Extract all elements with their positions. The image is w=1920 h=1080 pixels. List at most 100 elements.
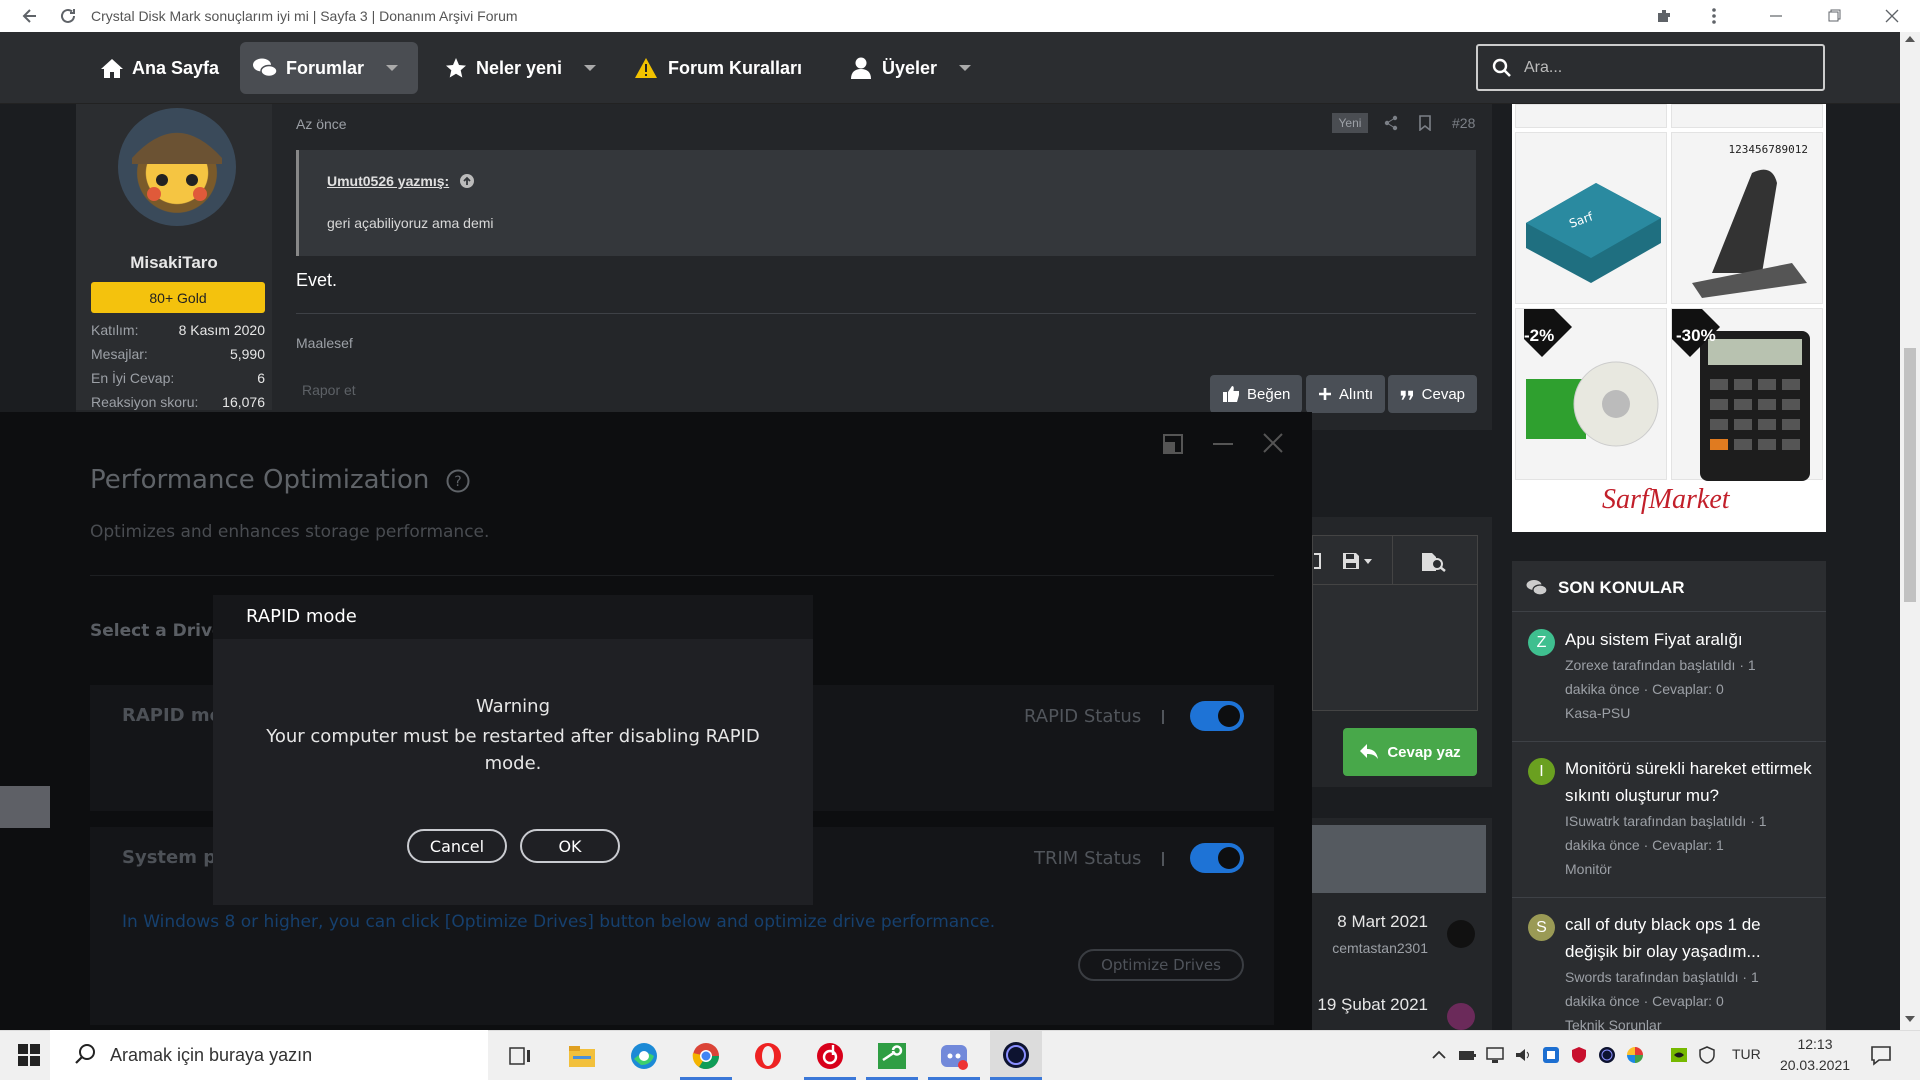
clock-date[interactable]: 20.03.2021 [1770, 1057, 1860, 1073]
post-username[interactable]: MisakiTaro [76, 253, 272, 273]
minimize-icon[interactable] [1766, 6, 1786, 26]
search-icon [74, 1043, 96, 1065]
magician-app-icon[interactable] [990, 1030, 1042, 1080]
quote-author[interactable]: Umut0526 yazmış: [327, 173, 449, 189]
close-icon[interactable] [1263, 433, 1283, 453]
chevron-down-icon[interactable] [584, 65, 597, 71]
quote-header[interactable]: Umut0526 yazmış: [327, 173, 475, 189]
taskbar-search-input[interactable]: Aramak için buraya yazın [50, 1030, 488, 1080]
avatar[interactable] [1447, 920, 1475, 948]
task-view-icon[interactable] [504, 1040, 536, 1072]
notifications-icon[interactable] [1870, 1044, 1892, 1066]
thread-date: 19 Şubat 2021 [1317, 995, 1428, 1014]
ad-product-tile[interactable]: Sarf [1515, 132, 1667, 304]
windows-start-icon[interactable] [18, 1044, 40, 1066]
thumbs-up-icon [1223, 386, 1239, 402]
scroll-down-arrow-icon[interactable] [1905, 1016, 1915, 1022]
thread-banner-image[interactable] [1312, 825, 1486, 893]
list-item[interactable]: call of duty black ops 1 de değişik bir … [1565, 911, 1815, 1030]
volume-icon[interactable] [1514, 1046, 1532, 1064]
list-item[interactable]: Apu sistem Fiyat aralığı Zorexe tarafınd… [1565, 626, 1815, 725]
close-icon[interactable] [1882, 6, 1902, 26]
scrollbar-thumb[interactable] [1904, 348, 1916, 602]
report-link[interactable]: Rapor et [302, 382, 356, 398]
thread-author-avatar[interactable]: Z [1528, 629, 1555, 656]
input-language[interactable]: TUR [1732, 1046, 1761, 1062]
reload-icon[interactable] [58, 6, 78, 26]
file-explorer-icon[interactable] [566, 1040, 598, 1072]
thread-user[interactable]: cemtastan2301 [1312, 940, 1428, 956]
back-arrow-icon[interactable] [20, 6, 40, 26]
thread-title[interactable]: Monitörü sürekli hareket ettirmek sıkınt… [1565, 755, 1815, 809]
avatar[interactable] [118, 108, 236, 226]
stat-value: 8 Kasım 2020 [178, 322, 265, 338]
thread-forum[interactable]: Teknik Sorunlar [1565, 1013, 1815, 1030]
chevron-down-icon[interactable] [386, 65, 399, 71]
scroll-up-arrow-icon[interactable] [1905, 36, 1915, 42]
trim-status-toggle[interactable] [1190, 843, 1244, 873]
ad-product-tile[interactable] [1515, 104, 1667, 128]
forum-search-input[interactable]: Ara... [1476, 44, 1825, 91]
pinwheel-icon[interactable] [1626, 1046, 1644, 1064]
like-button[interactable]: Beğen [1210, 375, 1303, 413]
opera-browser-icon[interactable] [752, 1040, 784, 1072]
extensions-icon[interactable] [1654, 6, 1674, 26]
save-draft-icon[interactable] [1342, 552, 1376, 570]
menu-kebab-icon[interactable] [1704, 6, 1724, 26]
help-icon[interactable]: ? [446, 469, 470, 493]
arrow-up-circle-icon[interactable] [459, 173, 475, 189]
clock-time[interactable]: 12:13 [1770, 1036, 1860, 1052]
edge-browser-icon[interactable] [628, 1040, 660, 1072]
bookmark-icon[interactable] [1418, 115, 1432, 131]
ad-banner[interactable]: Sarf -2% 123456789012 -30% SarfMarket [1512, 104, 1826, 532]
rapid-status-toggle[interactable] [1190, 701, 1244, 731]
plus-icon [1319, 388, 1331, 400]
nav-members[interactable]: Üyeler [838, 42, 983, 94]
battery-icon[interactable] [1458, 1046, 1476, 1064]
optimize-drives-button[interactable]: Optimize Drives [1078, 949, 1244, 981]
chrome-browser-icon[interactable] [690, 1040, 722, 1072]
discount-badge: -2% [1524, 326, 1555, 345]
network-icon[interactable] [1486, 1046, 1504, 1064]
antivirus-icon[interactable] [1570, 1046, 1588, 1064]
nav-whats-new[interactable]: Neler yeni [432, 42, 608, 94]
nvidia-icon[interactable] [1670, 1046, 1688, 1064]
ad-brand-logo[interactable]: SarfMarket [1602, 484, 1730, 516]
quote-button[interactable]: Alıntı [1306, 375, 1386, 413]
steam-app-icon[interactable] [876, 1040, 908, 1072]
thread-forum[interactable]: Kasa-PSU [1565, 701, 1815, 725]
reply-button[interactable]: Cevap [1388, 375, 1477, 413]
share-icon[interactable] [1383, 115, 1399, 131]
post-number[interactable]: #28 [1452, 115, 1475, 131]
chevron-up-icon[interactable] [1430, 1046, 1448, 1064]
media-app-icon[interactable] [814, 1040, 846, 1072]
post-time[interactable]: Az önce [296, 116, 347, 132]
chevron-down-icon[interactable] [959, 65, 972, 71]
list-item[interactable]: Monitörü sürekli hareket ettirmek sıkınt… [1565, 755, 1815, 881]
nav-forums[interactable]: Forumlar [240, 42, 418, 94]
thread-title[interactable]: Apu sistem Fiyat aralığı [1565, 626, 1815, 653]
divider [1162, 710, 1164, 724]
thread-author-avatar[interactable]: S [1528, 914, 1555, 941]
editor-bracket-icon[interactable] [1312, 553, 1322, 569]
discord-app-icon[interactable] [938, 1040, 970, 1072]
magician-tray-icon[interactable] [1598, 1046, 1616, 1064]
minimize-icon[interactable] [1212, 434, 1234, 454]
bluetooth-app-icon[interactable] [1542, 1046, 1560, 1064]
thread-title[interactable]: call of duty black ops 1 de değişik bir … [1565, 911, 1815, 965]
cancel-button[interactable]: Cancel [407, 829, 507, 863]
nav-rules[interactable]: Forum Kuralları [622, 42, 814, 94]
preview-icon[interactable] [1421, 552, 1447, 572]
sidebar-tab[interactable] [0, 786, 50, 828]
avatar[interactable] [1447, 1003, 1475, 1030]
shield-icon[interactable] [1698, 1046, 1716, 1064]
ad-product-tile[interactable] [1671, 132, 1823, 304]
thread-author-avatar[interactable]: I [1528, 758, 1555, 785]
pip-icon[interactable] [1163, 434, 1183, 454]
ad-product-tile[interactable] [1671, 104, 1823, 128]
restore-icon[interactable] [1824, 6, 1844, 26]
thread-forum[interactable]: Monitör [1565, 857, 1815, 881]
post-reply-button[interactable]: Cevap yaz [1343, 728, 1477, 776]
nav-home[interactable]: Ana Sayfa [88, 42, 231, 94]
ok-button[interactable]: OK [520, 829, 620, 863]
